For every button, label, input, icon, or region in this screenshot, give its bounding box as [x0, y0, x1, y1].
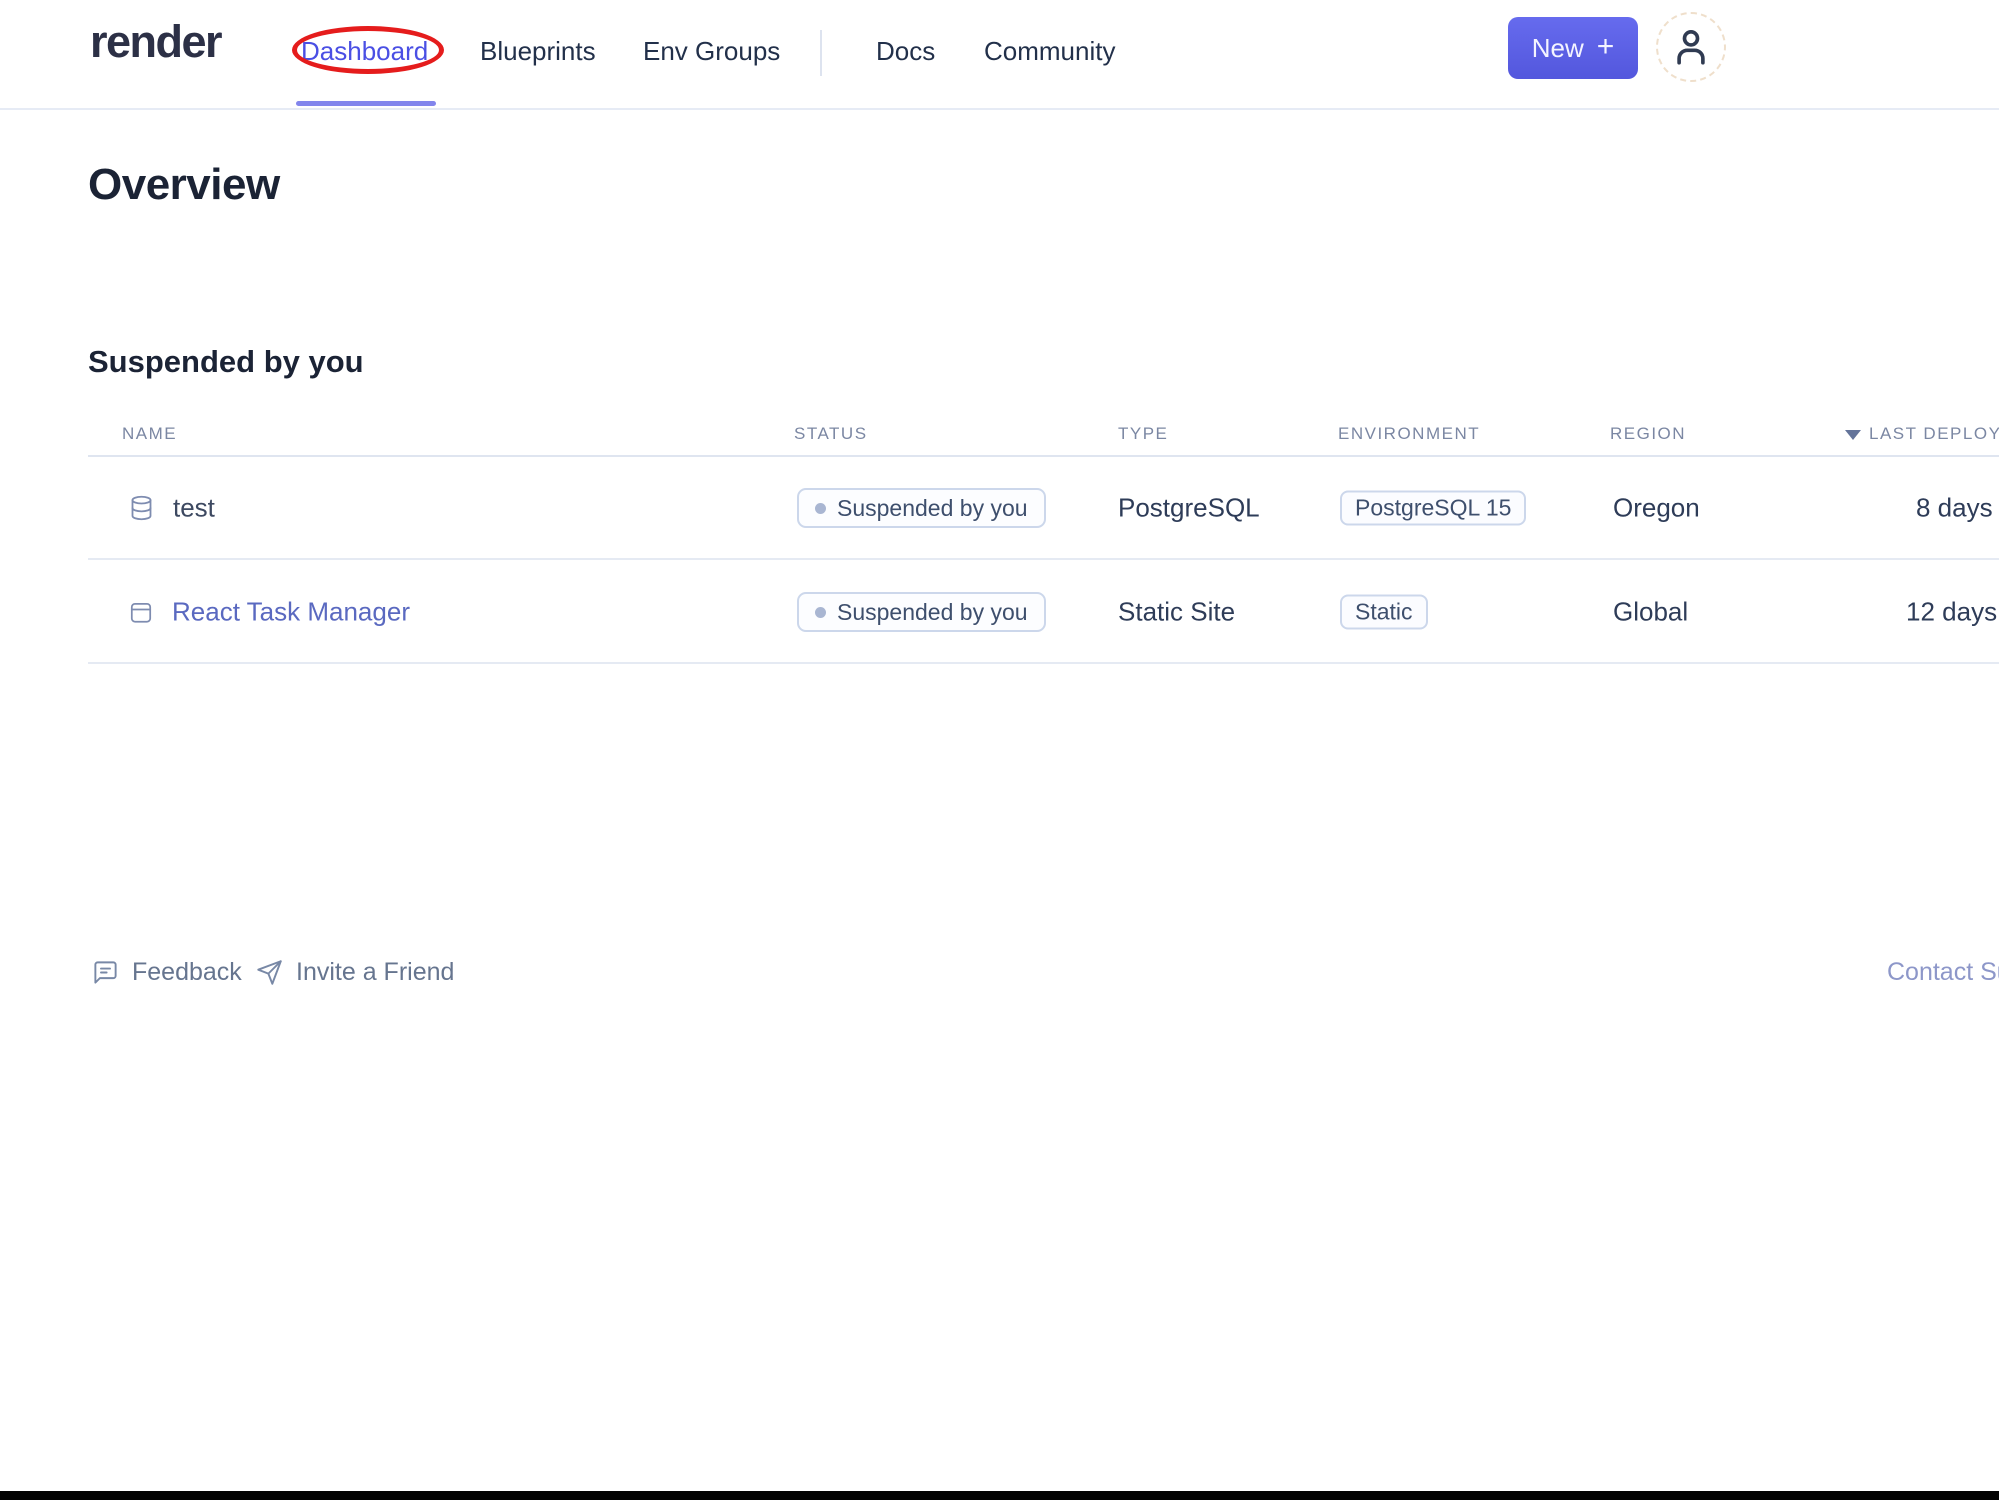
column-header-status[interactable]: STATUS	[794, 424, 868, 444]
top-nav: render Dashboard Blueprints Env Groups D…	[0, 0, 1999, 110]
user-menu-button[interactable]	[1656, 12, 1726, 82]
page-footer: Feedback Invite a Friend Contact Support	[0, 944, 1999, 1000]
environment-badge: PostgreSQL 15	[1340, 490, 1527, 526]
contact-support-label: Contact Support	[1887, 957, 1999, 986]
nav-item-blueprints[interactable]: Blueprints	[480, 36, 596, 67]
user-icon	[1668, 24, 1714, 70]
column-header-region[interactable]: REGION	[1610, 424, 1686, 444]
service-name-cell[interactable]: React Task Manager	[128, 597, 410, 628]
table-row[interactable]: React Task Manager Suspended by you Stat…	[0, 560, 1999, 664]
feedback-bubble-icon	[92, 959, 119, 986]
contact-support-link[interactable]: Contact Support	[1887, 944, 1999, 1000]
type-cell: PostgreSQL	[1118, 492, 1260, 523]
column-header-environment[interactable]: ENVIRONMENT	[1338, 424, 1480, 444]
nav-item-docs[interactable]: Docs	[876, 36, 935, 67]
region-cell: Oregon	[1613, 492, 1700, 523]
region-cell: Global	[1613, 596, 1689, 627]
last-deploy-cell: 12 days ago	[1906, 596, 1999, 627]
table-header-row: NAME STATUS TYPE ENVIRONMENT REGION LAST…	[0, 420, 1999, 456]
column-header-type[interactable]: TYPE	[1118, 424, 1168, 444]
status-badge: Suspended by you	[797, 488, 1046, 528]
static-site-icon	[128, 599, 154, 625]
new-button[interactable]: New +	[1508, 17, 1638, 79]
table-row[interactable]: test Suspended by you PostgreSQL Postgre…	[0, 456, 1999, 560]
page-title: Overview	[88, 160, 280, 209]
nav-divider	[820, 30, 822, 76]
status-label: Suspended by you	[837, 494, 1028, 521]
column-header-last-deployed[interactable]: LAST DEPLOYED	[1869, 424, 1999, 444]
service-name-cell[interactable]: test	[128, 493, 215, 524]
service-name-link[interactable]: React Task Manager	[172, 597, 410, 628]
database-icon	[128, 494, 155, 523]
last-deploy-cell: 8 days ago	[1916, 492, 1999, 523]
paper-plane-icon	[256, 959, 283, 986]
environment-badge: Static	[1340, 594, 1428, 630]
render-logo[interactable]: render	[90, 16, 223, 68]
bottom-screen-edge-bar	[0, 1491, 1999, 1500]
service-name-link[interactable]: test	[173, 493, 215, 524]
feedback-label: Feedback	[132, 957, 242, 986]
invite-label: Invite a Friend	[296, 957, 455, 986]
sort-descending-icon[interactable]	[1845, 430, 1861, 440]
active-tab-underline	[296, 101, 436, 106]
feedback-link[interactable]: Feedback	[92, 944, 242, 1000]
status-dot-icon	[815, 606, 826, 618]
nav-item-community[interactable]: Community	[984, 36, 1115, 67]
section-title: Suspended by you	[88, 344, 364, 379]
nav-item-dashboard[interactable]: Dashboard	[301, 36, 428, 67]
row-divider	[88, 662, 1999, 664]
new-button-label: New	[1531, 32, 1584, 63]
status-label: Suspended by you	[837, 598, 1028, 625]
status-dot-icon	[815, 502, 826, 514]
invite-a-friend-link[interactable]: Invite a Friend	[256, 944, 454, 1000]
column-header-name[interactable]: NAME	[122, 424, 177, 444]
type-cell: Static Site	[1118, 596, 1236, 627]
nav-item-env-groups[interactable]: Env Groups	[643, 36, 780, 67]
plus-icon: +	[1596, 30, 1615, 63]
status-badge: Suspended by you	[797, 592, 1046, 632]
